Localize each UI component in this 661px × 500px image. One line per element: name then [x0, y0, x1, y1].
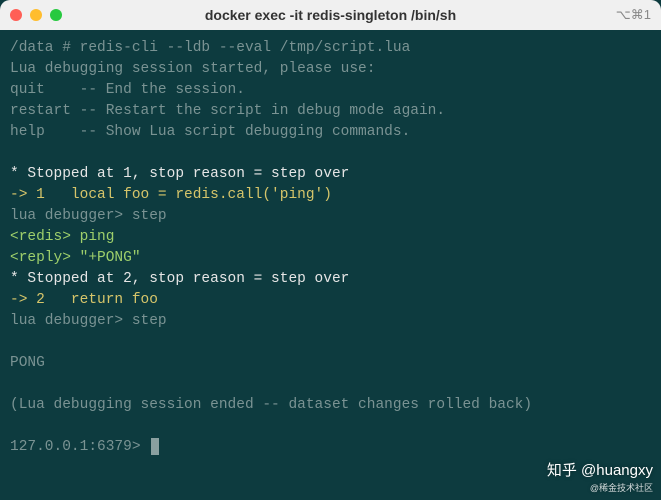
- watermark-handle: @huangxy: [581, 462, 653, 479]
- watermark: 知乎 @huangxy @稀金技术社区: [547, 460, 653, 495]
- watermark-subtitle: @稀金技术社区: [547, 482, 653, 495]
- cursor-icon: [151, 438, 159, 455]
- terminal-line: -> 2 return foo: [10, 290, 651, 311]
- terminal-line: <redis> ping: [10, 227, 651, 248]
- maximize-icon[interactable]: [50, 9, 62, 21]
- keyboard-shortcut: ⌥⌘1: [616, 6, 651, 25]
- terminal-line: <reply> "+PONG": [10, 248, 651, 269]
- window-title: docker exec -it redis-singleton /bin/sh: [0, 5, 661, 25]
- terminal-line: 127.0.0.1:6379>: [10, 437, 651, 458]
- terminal-line: [10, 416, 651, 437]
- titlebar: docker exec -it redis-singleton /bin/sh …: [0, 0, 661, 30]
- terminal-line: lua debugger> step: [10, 311, 651, 332]
- terminal-line: quit -- End the session.: [10, 80, 651, 101]
- terminal-line: * Stopped at 2, stop reason = step over: [10, 269, 651, 290]
- terminal-line: [10, 332, 651, 353]
- close-icon[interactable]: [10, 9, 22, 21]
- watermark-brand: 知乎: [547, 462, 577, 479]
- terminal-line: /data # redis-cli --ldb --eval /tmp/scri…: [10, 38, 651, 59]
- terminal-line: -> 1 local foo = redis.call('ping'): [10, 185, 651, 206]
- terminal-output[interactable]: /data # redis-cli --ldb --eval /tmp/scri…: [0, 30, 661, 500]
- terminal-line: [10, 143, 651, 164]
- terminal-line: Lua debugging session started, please us…: [10, 59, 651, 80]
- terminal-line: [10, 374, 651, 395]
- traffic-lights: [10, 9, 62, 21]
- terminal-line: PONG: [10, 353, 651, 374]
- terminal-line: restart -- Restart the script in debug m…: [10, 101, 651, 122]
- terminal-line: * Stopped at 1, stop reason = step over: [10, 164, 651, 185]
- minimize-icon[interactable]: [30, 9, 42, 21]
- terminal-line: help -- Show Lua script debugging comman…: [10, 122, 651, 143]
- terminal-line: (Lua debugging session ended -- dataset …: [10, 395, 651, 416]
- terminal-line: lua debugger> step: [10, 206, 651, 227]
